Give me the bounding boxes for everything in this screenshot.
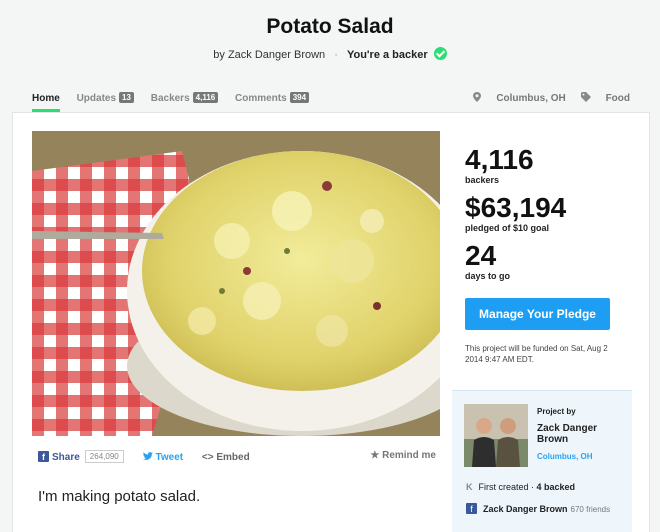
project-blurb: I'm making potato salad. — [38, 488, 201, 505]
backer-status: You're a backer — [346, 49, 428, 61]
location-label: Columbus, OH — [496, 93, 566, 104]
remind-me-button[interactable]: ★ Remind me — [370, 450, 436, 461]
project-meta: Columbus, OH Food — [461, 92, 630, 104]
facebook-name[interactable]: Zack Danger Brown — [483, 504, 568, 514]
tab-comments[interactable]: Comments 394 — [235, 92, 310, 109]
tab-backers-label: Backers — [150, 93, 190, 104]
tab-backers[interactable]: Backers 4,116 — [151, 92, 219, 109]
project-title: Potato Salad — [266, 15, 394, 38]
manage-pledge-button[interactable]: Manage Your Pledge — [465, 298, 610, 330]
potato-salad-image — [32, 131, 440, 436]
embed-label: Embed — [216, 452, 250, 463]
byline-prefix: by — [213, 49, 225, 61]
category-label: Food — [605, 93, 630, 104]
facebook-icon: f — [38, 451, 49, 462]
tweet-button[interactable]: Tweet — [142, 452, 184, 463]
backers-label: backers — [465, 175, 500, 185]
facebook-share-button[interactable]: f Share — [38, 451, 80, 463]
pledged-label: pledged of $10 goal — [465, 223, 550, 233]
backers-count: 4,116 — [192, 92, 219, 103]
tab-comments-label: Comments — [235, 93, 287, 104]
pledged-value: $63,194 — [465, 192, 567, 223]
kickstarter-icon: K — [466, 482, 473, 492]
creator-box: Project by Zack Danger Brown Columbus, O… — [452, 390, 632, 532]
project-nav: Home Updates 13 Backers 4,116 Comments 394 — [32, 92, 323, 112]
checkmark-icon — [433, 47, 447, 60]
funding-stats: 4,116 backers $63,194 pledged of $10 goa… — [465, 145, 566, 289]
first-created-label: First created — [478, 482, 529, 492]
updates-count: 13 — [119, 92, 134, 103]
facebook-share-label: Share — [52, 452, 80, 463]
code-icon: <> — [201, 452, 217, 463]
comments-count: 394 — [289, 92, 310, 103]
creator-link[interactable]: Zack Danger Brown — [228, 49, 325, 61]
facebook-friends: 670 friends — [570, 505, 611, 514]
star-icon: ★ — [370, 450, 383, 461]
creator-location[interactable]: Columbus, OH — [537, 452, 593, 461]
twitter-icon — [142, 452, 153, 460]
backers-value: 4,116 — [465, 144, 534, 175]
tab-home[interactable]: Home — [32, 93, 60, 112]
tab-updates[interactable]: Updates 13 — [77, 92, 134, 109]
category-link[interactable]: Food — [580, 92, 630, 104]
days-label: days to go — [465, 271, 511, 281]
tweet-label: Tweet — [155, 452, 184, 463]
creator-facebook: f Zack Danger Brown 670 friends — [466, 503, 610, 514]
history-separator: · — [528, 482, 537, 492]
backed-count[interactable]: 4 backed — [537, 482, 576, 492]
creator-name[interactable]: Zack Danger Brown — [537, 423, 617, 445]
embed-button[interactable]: <> Embed — [202, 452, 250, 463]
tag-icon — [580, 92, 591, 102]
creator-history: K First created · 4 backed — [466, 482, 575, 492]
tab-home-label: Home — [32, 93, 60, 104]
location-link[interactable]: Columbus, OH — [473, 92, 568, 104]
share-count: 264,090 — [84, 450, 124, 463]
creator-avatar[interactable] — [464, 404, 528, 467]
days-value: 24 — [465, 240, 497, 271]
facebook-icon: f — [466, 503, 477, 514]
tab-updates-label: Updates — [76, 93, 117, 104]
pin-icon — [473, 92, 482, 102]
remind-label: Remind me — [382, 450, 436, 461]
byline-separator: · — [334, 49, 338, 61]
byline: by Zack Danger Brown · You're a backer — [0, 47, 660, 61]
project-video[interactable] — [32, 131, 440, 436]
share-bar: f Share 264,090 Tweet <> Embed ★ Remind me — [38, 450, 436, 463]
funding-note: This project will be funded on Sat, Aug … — [465, 344, 608, 364]
project-by-heading: Project by — [537, 407, 576, 416]
